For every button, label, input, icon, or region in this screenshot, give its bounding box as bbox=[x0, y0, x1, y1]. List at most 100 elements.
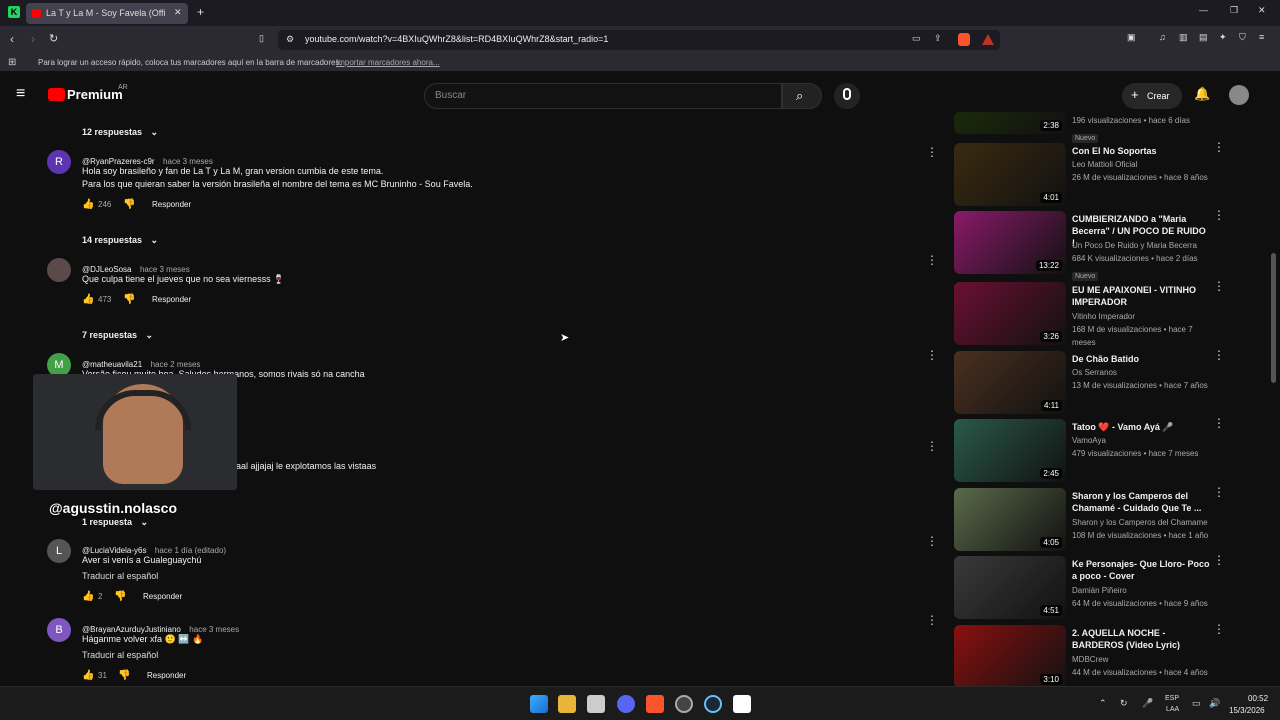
video-channel[interactable]: Os Serranos bbox=[1072, 366, 1214, 379]
create-button[interactable]: + Crear bbox=[1122, 83, 1182, 109]
video-title[interactable]: 2. AQUELLA NOCHE - BARDEROS (Video Lyric… bbox=[1072, 627, 1210, 651]
dislike-icon[interactable]: 👎 bbox=[114, 591, 126, 602]
more-actions-icon[interactable]: ⋮ bbox=[926, 146, 938, 164]
avatar[interactable]: B bbox=[47, 618, 71, 642]
like-icon[interactable]: 👍 bbox=[82, 199, 94, 210]
video-thumbnail[interactable]: 2:45 bbox=[954, 419, 1066, 482]
video-title[interactable]: EU ME APAIXONEI - VITINHO IMPERADOR bbox=[1072, 284, 1210, 308]
playlist-item[interactable]: 4:51 Ke Personajes- Que Lloro- Poco a po… bbox=[954, 554, 1234, 620]
translate-link[interactable]: Traducir al español bbox=[82, 649, 158, 662]
playlist-item[interactable]: 13:22 CUMBIERIZANDO a "Maria Becerra" / … bbox=[954, 209, 1234, 281]
url-field[interactable]: ⚙ youtube.com/watch?v=4BXIuQWhrZ8&list=R… bbox=[278, 30, 1000, 50]
import-bookmarks-link[interactable]: Importar marcadores ahora... bbox=[336, 58, 440, 67]
avatar[interactable]: R bbox=[47, 150, 71, 174]
rewards-icon[interactable] bbox=[982, 34, 994, 45]
chrome-icon[interactable] bbox=[675, 695, 693, 713]
avatar[interactable]: L bbox=[47, 539, 71, 563]
video-thumbnail[interactable]: 4:01 bbox=[954, 143, 1066, 206]
video-thumbnail[interactable]: 2:38 bbox=[954, 112, 1066, 134]
cast-icon[interactable]: ▭ bbox=[912, 33, 921, 44]
video-thumbnail[interactable]: 4:11 bbox=[954, 351, 1066, 414]
apps-grid-icon[interactable]: ⊞ bbox=[8, 57, 16, 68]
video-title[interactable]: Sharon y los Camperos del Chamamé - Cuid… bbox=[1072, 490, 1210, 514]
reply-button[interactable]: Responder bbox=[143, 592, 182, 601]
profile-avatar[interactable] bbox=[1229, 85, 1249, 105]
playlist-item[interactable]: 4:05 Sharon y los Camperos del Chamamé -… bbox=[954, 486, 1234, 552]
video-channel[interactable]: Damián Piñeiro bbox=[1072, 584, 1214, 597]
close-window-icon[interactable]: ✕ bbox=[1258, 5, 1266, 16]
lang-2[interactable]: LAA bbox=[1166, 706, 1179, 713]
more-actions-icon[interactable]: ⋮ bbox=[926, 614, 938, 632]
translate-link[interactable]: Traducir al español bbox=[82, 570, 158, 583]
replies-toggle[interactable]: 7 respuestas ⌄ bbox=[82, 325, 153, 343]
search-input[interactable]: Buscar bbox=[435, 90, 466, 101]
video-channel[interactable]: Vitinho Imperador bbox=[1072, 310, 1214, 323]
more-actions-icon[interactable]: ⋮ bbox=[1213, 623, 1225, 641]
more-actions-icon[interactable]: ⋮ bbox=[926, 349, 938, 367]
forward-icon[interactable]: › bbox=[31, 32, 35, 46]
network-icon[interactable]: ↻ bbox=[1120, 698, 1128, 709]
dislike-icon[interactable]: 👎 bbox=[118, 670, 130, 681]
notifications-bell-icon[interactable]: 🔔 bbox=[1194, 86, 1210, 102]
brave-icon[interactable] bbox=[646, 695, 664, 713]
video-thumbnail[interactable]: 3:26 bbox=[954, 282, 1066, 345]
new-tab-icon[interactable]: + bbox=[197, 5, 204, 19]
reply-button[interactable]: Responder bbox=[147, 671, 186, 680]
reload-icon[interactable]: ↻ bbox=[49, 32, 58, 45]
replies-toggle[interactable]: 14 respuestas ⌄ bbox=[82, 230, 158, 248]
clock-date[interactable]: 15/3/2026 bbox=[1229, 706, 1265, 715]
dislike-icon[interactable]: 👎 bbox=[123, 199, 135, 210]
clock-time[interactable]: 00:52 bbox=[1248, 694, 1268, 703]
playlist-item[interactable]: 4:11 De Chão Batido Os Serranos 13 M de … bbox=[954, 349, 1234, 415]
more-actions-icon[interactable]: ⋮ bbox=[1213, 554, 1225, 572]
share-icon[interactable]: ⇪ bbox=[934, 33, 942, 44]
steam-icon[interactable] bbox=[704, 695, 722, 713]
like-icon[interactable]: 👍 bbox=[82, 591, 94, 602]
like-icon[interactable]: 👍 bbox=[82, 670, 94, 681]
vpn-icon[interactable]: ⛉ bbox=[1239, 32, 1246, 43]
video-channel[interactable]: MDBCrew bbox=[1072, 653, 1214, 666]
avatar[interactable] bbox=[47, 258, 71, 282]
lang-1[interactable]: ESP bbox=[1165, 695, 1179, 702]
store-icon[interactable] bbox=[587, 695, 605, 713]
video-thumbnail[interactable]: 13:22 bbox=[954, 211, 1066, 274]
search-button[interactable]: ⌕ bbox=[782, 83, 822, 109]
hamburger-icon[interactable]: ≡ bbox=[16, 85, 25, 103]
video-channel[interactable]: Leo Mattioli Oficial bbox=[1072, 158, 1214, 171]
more-actions-icon[interactable]: ⋮ bbox=[1213, 486, 1225, 504]
maximize-icon[interactable]: ❐ bbox=[1230, 5, 1238, 16]
more-actions-icon[interactable]: ⋮ bbox=[1213, 209, 1225, 227]
windows-start-icon[interactable] bbox=[530, 695, 548, 713]
discord-icon[interactable] bbox=[617, 695, 635, 713]
video-title[interactable]: Ke Personajes- Que Lloro- Poco a poco - … bbox=[1072, 558, 1210, 582]
more-actions-icon[interactable]: ⋮ bbox=[1213, 417, 1225, 435]
video-thumbnail[interactable]: 4:51 bbox=[954, 556, 1066, 619]
site-info-icon[interactable]: ⚙ bbox=[286, 34, 294, 45]
sidebar-icon[interactable]: ▥ bbox=[1179, 32, 1188, 43]
bookmark-icon[interactable]: ▯ bbox=[259, 33, 264, 44]
replies-toggle[interactable]: 12 respuestas ⌄ bbox=[82, 122, 158, 140]
video-channel[interactable]: Un Poco De Ruido y Maria Becerra bbox=[1072, 239, 1214, 252]
volume-icon[interactable]: 🔊 bbox=[1209, 698, 1220, 709]
reply-button[interactable]: Responder bbox=[152, 200, 191, 209]
like-icon[interactable]: 👍 bbox=[82, 294, 94, 305]
file-explorer-icon[interactable] bbox=[558, 695, 576, 713]
more-actions-icon[interactable]: ⋮ bbox=[926, 535, 938, 553]
tray-chevron-icon[interactable]: ⌃ bbox=[1099, 698, 1107, 709]
video-thumbnail[interactable]: 4:05 bbox=[954, 488, 1066, 551]
reply-button[interactable]: Responder bbox=[152, 295, 191, 304]
video-title[interactable]: De Chão Batido bbox=[1072, 353, 1210, 365]
playlist-item[interactable]: 3:26 EU ME APAIXONEI - VITINHO IMPERADOR… bbox=[954, 280, 1234, 347]
video-thumbnail[interactable]: 3:10 bbox=[954, 625, 1066, 688]
more-actions-icon[interactable]: ⋮ bbox=[926, 254, 938, 272]
playlist-item[interactable]: 3:10 2. AQUELLA NOCHE - BARDEROS (Video … bbox=[954, 623, 1234, 689]
playlist-item[interactable]: 2:45 Tatoo ❤️ - Vamo Ayá 🎤 VamoAya 479 v… bbox=[954, 417, 1234, 483]
more-actions-icon[interactable]: ⋮ bbox=[1213, 141, 1225, 159]
video-channel[interactable]: Sharon y los Camperos del Chamame bbox=[1072, 516, 1214, 529]
back-icon[interactable]: ‹ bbox=[10, 32, 14, 46]
leo-ai-icon[interactable]: ✦ bbox=[1219, 32, 1227, 43]
minimize-icon[interactable]: — bbox=[1199, 5, 1208, 15]
brave-shield-icon[interactable] bbox=[958, 33, 970, 46]
more-actions-icon[interactable]: ⋮ bbox=[926, 440, 938, 458]
display-icon[interactable]: ▭ bbox=[1192, 698, 1201, 709]
